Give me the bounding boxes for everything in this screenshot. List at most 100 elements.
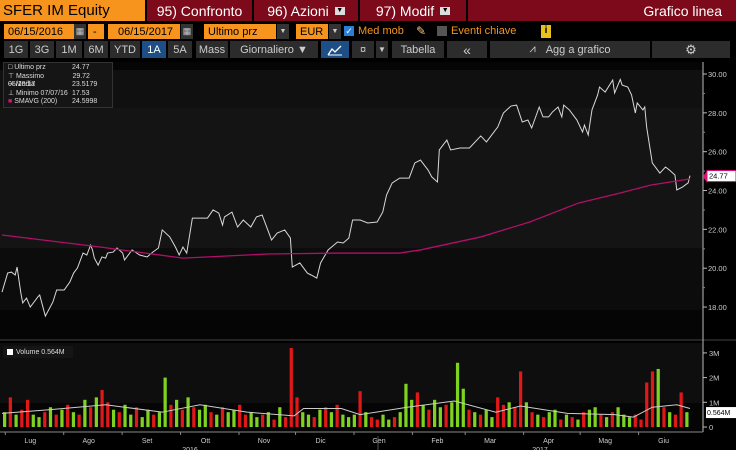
chevron-down-icon[interactable]: ▼ bbox=[329, 24, 341, 39]
start-date-input[interactable]: 06/15/2016 bbox=[4, 24, 74, 39]
add-to-chart-button[interactable]: ⩘ Agg a grafico bbox=[490, 41, 650, 58]
info-icon[interactable]: i bbox=[541, 25, 551, 38]
volume-bar bbox=[283, 417, 288, 427]
volume-bar bbox=[639, 419, 643, 427]
volume-bar bbox=[593, 407, 597, 427]
start-date-value: 06/15/2016 bbox=[8, 25, 64, 38]
volume-bar bbox=[627, 417, 632, 427]
volume-bar bbox=[478, 414, 483, 427]
volume-bar bbox=[605, 417, 609, 427]
volume-bar bbox=[238, 404, 242, 427]
volume-bar bbox=[243, 414, 248, 427]
modify-label: 97) Modif bbox=[375, 2, 435, 19]
volume-bar bbox=[3, 412, 7, 427]
volume-bar bbox=[668, 412, 672, 427]
volume-bar bbox=[43, 412, 47, 427]
period-tab-6m[interactable]: 6M bbox=[84, 41, 108, 58]
volume-bar bbox=[524, 402, 528, 427]
pencil-icon[interactable]: ✎ bbox=[416, 24, 426, 38]
calendar-icon[interactable]: ▦ bbox=[74, 24, 86, 39]
collapse-button[interactable]: « bbox=[447, 41, 487, 58]
actions-button[interactable]: 96) Azioni ▼ bbox=[254, 0, 358, 21]
legend-item: ⊸ Media 23.5179 bbox=[8, 81, 108, 90]
volume-bar bbox=[301, 412, 305, 427]
period-tab-1a[interactable]: 1A bbox=[142, 41, 166, 58]
key-events-label[interactable]: Eventi chiave bbox=[451, 25, 516, 37]
currency-select[interactable]: EUR bbox=[296, 24, 328, 39]
period-tab-3g[interactable]: 3G bbox=[30, 41, 54, 58]
legend-item: □ Ultimo prz 24.77 bbox=[8, 64, 108, 73]
legend-marker-icon: ⊸ bbox=[8, 81, 16, 88]
chevron-down-icon[interactable]: ▼ bbox=[277, 24, 289, 39]
volume-bar bbox=[564, 414, 569, 427]
end-date-input[interactable]: 06/15/2017 bbox=[108, 24, 180, 39]
field-select[interactable]: Ultimo prz bbox=[204, 24, 276, 39]
volume-bar bbox=[587, 409, 592, 427]
candle-chart-button[interactable]: ¤ bbox=[352, 41, 374, 58]
volume-bar bbox=[89, 407, 93, 427]
table-button[interactable]: Tabella bbox=[392, 41, 444, 58]
volume-bar bbox=[261, 414, 265, 427]
frequency-value: Giornaliero ▼ bbox=[240, 43, 308, 56]
volume-bar bbox=[14, 414, 18, 427]
moving-avg-checkbox[interactable]: ✓ bbox=[344, 26, 354, 36]
volume-bar bbox=[272, 419, 276, 427]
volume-bar bbox=[71, 412, 76, 427]
x-month-label: Set bbox=[142, 438, 153, 445]
volume-legend-text: Volume 0.564M bbox=[16, 348, 65, 356]
candlestick-icon: ¤ bbox=[359, 43, 367, 56]
y-tick-label: 20.00 bbox=[708, 264, 727, 273]
volume-bar bbox=[553, 409, 557, 427]
volume-bar bbox=[490, 417, 494, 427]
legend-value: 23.5179 bbox=[72, 81, 98, 88]
table-label: Tabella bbox=[400, 43, 436, 56]
volume-bar bbox=[679, 392, 683, 427]
line-chart-button[interactable] bbox=[321, 41, 349, 58]
volume-bar bbox=[60, 409, 64, 427]
legend-label: Minimo 07/07/16 bbox=[16, 89, 68, 97]
volume-bar bbox=[685, 412, 689, 427]
ticker-text: SFER IM Equity bbox=[3, 2, 110, 19]
volume-bar bbox=[232, 409, 236, 427]
calendar-icon[interactable]: ▦ bbox=[181, 24, 193, 39]
volume-bar bbox=[106, 402, 110, 427]
volume-bar bbox=[519, 371, 523, 427]
volume-bar bbox=[123, 404, 127, 427]
volume-bar bbox=[582, 412, 586, 427]
volume-bar bbox=[324, 407, 328, 427]
period-tab-1g[interactable]: 1G bbox=[4, 41, 28, 58]
legend-item: ⊤ Massimo 05/10/17 29.72 bbox=[8, 73, 108, 89]
period-tab-mass[interactable]: Mass bbox=[196, 41, 228, 58]
currency-value: EUR bbox=[300, 25, 324, 38]
modify-button[interactable]: 97) Modif ▼ bbox=[360, 0, 466, 21]
actions-label: 96) Azioni bbox=[267, 2, 329, 19]
volume-bar bbox=[77, 414, 81, 427]
compare-button[interactable]: 95) Confronto bbox=[147, 0, 252, 21]
moving-avg-label[interactable]: Med mob bbox=[358, 25, 404, 37]
line-chart-icon bbox=[327, 45, 342, 55]
end-date-value: 06/15/2017 bbox=[118, 25, 174, 38]
chevron-down-icon[interactable]: ▼ bbox=[376, 41, 388, 58]
volume-bar bbox=[192, 407, 196, 427]
x-month-label: Mag bbox=[598, 438, 612, 445]
volume-bar bbox=[427, 409, 431, 427]
volume-bar bbox=[175, 399, 179, 427]
period-tab-1m[interactable]: 1M bbox=[56, 41, 82, 58]
chevron-down-icon: ▼ bbox=[334, 6, 345, 15]
volume-legend: Volume 0.564M bbox=[3, 346, 73, 358]
settings-button[interactable]: ⚙ bbox=[652, 41, 730, 58]
range-band bbox=[0, 343, 703, 403]
period-tab-ytd[interactable]: YTD bbox=[110, 41, 140, 58]
key-events-checkbox[interactable] bbox=[437, 26, 447, 36]
x-month-label: Mar bbox=[484, 438, 497, 445]
period-tab-5a[interactable]: 5A bbox=[168, 41, 192, 58]
volume-bar bbox=[415, 392, 420, 427]
frequency-select[interactable]: Giornaliero ▼ bbox=[230, 41, 318, 58]
volume-bar bbox=[570, 417, 574, 427]
legend-value: 24.5998 bbox=[72, 98, 98, 105]
price-volume-chart[interactable]: 18.00 20.00 22.00 24.00 26.00 28.00 30.00 24.77… bbox=[0, 59, 736, 450]
volume-bar bbox=[117, 412, 121, 427]
volume-bar bbox=[576, 419, 580, 427]
ticker-field[interactable]: SFER IM Equity bbox=[0, 0, 145, 21]
x-month-label: Apr bbox=[543, 438, 555, 445]
